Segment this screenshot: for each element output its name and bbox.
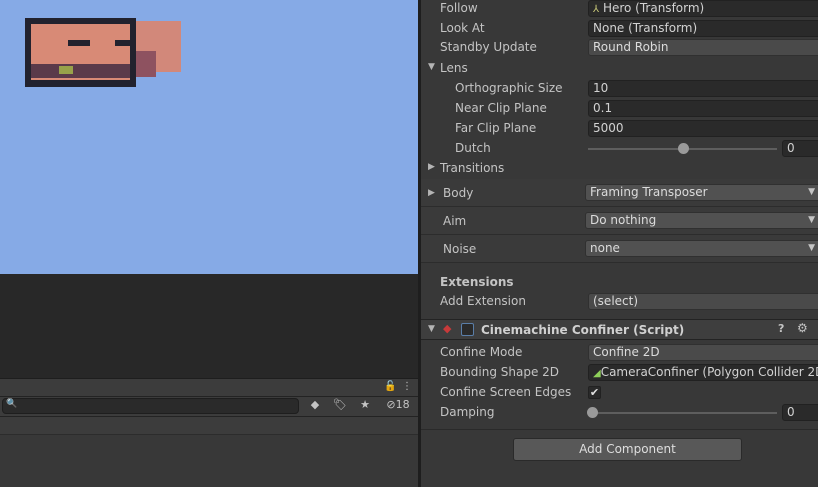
add-extension-row: Add Extension (select): [421, 292, 818, 312]
standby-update-label: Standby Update: [440, 40, 537, 54]
dutch-row: Dutch 0: [421, 139, 818, 159]
add-extension-label: Add Extension: [440, 294, 526, 308]
far-clip-plane-field[interactable]: 5000: [588, 120, 818, 137]
standby-update-dropdown[interactable]: Round Robin: [588, 39, 818, 56]
body-dropdown[interactable]: Framing Transposer ▼: [585, 184, 818, 201]
project-row[interactable]: [0, 417, 418, 435]
aim-label: Aim: [443, 214, 467, 228]
aim-section: Aim Do nothing ▼: [421, 207, 818, 235]
hidden-packages-toggle[interactable]: ⊘18: [380, 398, 416, 416]
near-clip-plane-label: Near Clip Plane: [455, 101, 547, 115]
body-value: Framing Transposer: [590, 185, 708, 199]
damping-value-field[interactable]: 0: [782, 404, 818, 421]
bounding-shape-label: Bounding Shape 2D: [440, 365, 560, 379]
aim-dropdown[interactable]: Do nothing ▼: [585, 212, 818, 229]
chevron-down-icon: ▼: [808, 243, 815, 253]
component-separator: [421, 429, 818, 430]
help-icon[interactable]: ?: [778, 322, 784, 335]
eye-slash-icon: ⊘: [386, 398, 396, 411]
add-extension-dropdown[interactable]: (select): [588, 293, 818, 310]
add-component-button[interactable]: Add Component: [513, 438, 742, 461]
lens-label: Lens: [440, 61, 468, 75]
level-sprite: [25, 18, 137, 87]
far-clip-plane-label: Far Clip Plane: [455, 121, 537, 135]
standby-update-row: Standby Update Round Robin: [421, 38, 818, 58]
foldout-collapsed-icon[interactable]: ▶: [428, 188, 435, 198]
lens-foldout[interactable]: ▼ Lens: [421, 59, 818, 79]
confine-mode-value: Confine 2D: [593, 345, 660, 359]
project-search-input[interactable]: 🔍: [2, 398, 299, 414]
follow-field[interactable]: ⅄ Hero (Transform): [588, 0, 818, 17]
chevron-down-icon: ▼: [808, 187, 815, 197]
body-label: Body: [443, 186, 474, 200]
look-at-field[interactable]: None (Transform): [588, 20, 818, 37]
favorites-star-icon[interactable]: ★: [356, 398, 374, 416]
transitions-label: Transitions: [440, 161, 505, 175]
orthographic-size-label: Orthographic Size: [455, 81, 563, 95]
transform-icon: ⅄: [593, 4, 600, 15]
far-clip-plane-row: Far Clip Plane 5000: [421, 119, 818, 139]
damping-label: Damping: [440, 405, 495, 419]
body-section: ▶ Body Framing Transposer ▼: [421, 179, 818, 207]
foldout-expanded-icon: ▼: [428, 62, 435, 72]
look-at-row: Look At None (Transform): [421, 19, 818, 39]
hidden-packages-count: 18: [395, 398, 410, 411]
noise-section: Noise none ▼: [421, 235, 818, 263]
follow-value: Hero (Transform): [602, 1, 705, 15]
damping-slider-track[interactable]: [592, 412, 777, 414]
more-options-icon[interactable]: ⋮: [402, 381, 412, 392]
confine-screen-edges-label: Confine Screen Edges: [440, 385, 572, 399]
confine-mode-label: Confine Mode: [440, 345, 523, 359]
bounding-shape-value: CameraConfiner (Polygon Collider 2D): [600, 365, 818, 379]
project-toolbar: 🔍 ◆ 🏷 ★ ⊘18: [0, 397, 418, 417]
noise-value: none: [590, 241, 620, 255]
noise-dropdown[interactable]: none ▼: [585, 240, 818, 257]
confine-screen-edges-checkbox[interactable]: ✔: [588, 386, 601, 399]
near-clip-plane-row: Near Clip Plane 0.1: [421, 99, 818, 119]
chevron-down-icon: ▼: [808, 215, 815, 225]
standby-update-value: Round Robin: [593, 40, 669, 54]
foldout-expanded-icon[interactable]: ▼: [428, 324, 435, 334]
project-pane-header: 🔓 ⋮: [0, 379, 418, 397]
follow-label: Follow: [440, 1, 478, 15]
aim-value: Do nothing: [590, 213, 657, 227]
game-view-area: [0, 274, 418, 378]
polygon-collider-icon: ◢: [593, 368, 601, 379]
lock-icon[interactable]: 🔓: [384, 381, 396, 392]
foldout-collapsed-icon: ▶: [428, 162, 435, 172]
filter-by-label-icon[interactable]: 🏷: [331, 398, 349, 416]
orthographic-size-row: Orthographic Size 10: [421, 79, 818, 99]
confine-screen-edges-row: Confine Screen Edges ✔: [421, 383, 818, 403]
dutch-slider-knob[interactable]: [677, 143, 689, 154]
dutch-label: Dutch: [455, 141, 491, 155]
look-at-label: Look At: [440, 21, 485, 35]
script-icon: ◆: [443, 322, 452, 335]
search-icon: 🔍: [6, 399, 18, 409]
orthographic-size-field[interactable]: 10: [588, 80, 818, 97]
confine-mode-row: Confine Mode Confine 2D: [421, 343, 818, 363]
confiner-component-header[interactable]: ▼ ◆ Cinemachine Confiner (Script) ? ⚙: [421, 319, 818, 340]
level-sprite-fragment: [136, 21, 181, 77]
damping-slider-knob[interactable]: [587, 407, 598, 418]
scene-view[interactable]: [0, 0, 418, 274]
bounding-shape-row: Bounding Shape 2D ◢CameraConfiner (Polyg…: [421, 363, 818, 383]
damping-row: Damping 0: [421, 403, 818, 423]
project-pane: 🔓 ⋮ 🔍 ◆ 🏷 ★ ⊘18: [0, 378, 418, 487]
extensions-title: Extensions: [440, 275, 514, 289]
filter-by-type-icon[interactable]: ◆: [306, 398, 324, 416]
confine-mode-dropdown[interactable]: Confine 2D: [588, 344, 818, 361]
component-enabled-checkbox[interactable]: [461, 323, 474, 336]
dutch-value-field[interactable]: 0: [782, 140, 818, 157]
follow-row: Follow ⅄ Hero (Transform): [421, 0, 818, 19]
transitions-foldout[interactable]: ▶ Transitions: [421, 159, 818, 179]
near-clip-plane-field[interactable]: 0.1: [588, 100, 818, 117]
extensions-header: Extensions: [421, 273, 818, 293]
add-extension-value: (select): [593, 294, 639, 308]
inspector-panel: Follow ⅄ Hero (Transform) Look At None (…: [421, 0, 818, 487]
noise-label: Noise: [443, 242, 477, 256]
confiner-component-title: Cinemachine Confiner (Script): [481, 323, 685, 337]
settings-icon[interactable]: ⚙: [797, 321, 808, 335]
bounding-shape-field[interactable]: ◢CameraConfiner (Polygon Collider 2D): [588, 364, 818, 381]
